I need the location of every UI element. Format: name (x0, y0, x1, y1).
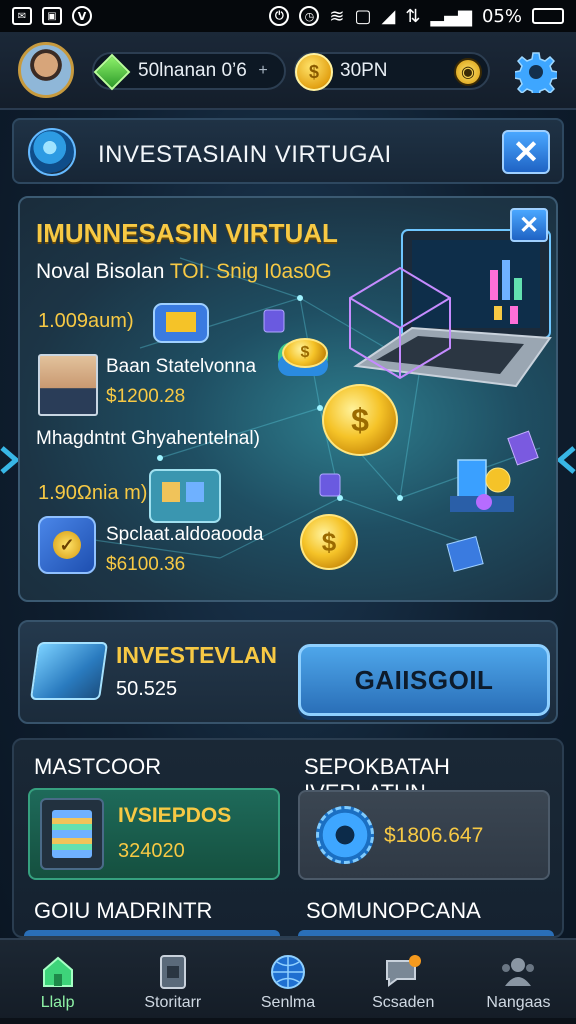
people-icon (498, 952, 538, 992)
invest-title: INVESTEVLAN (116, 642, 278, 668)
asset-card-green[interactable]: IVSIEPDOS 324020 (28, 788, 280, 880)
app-icon: V (72, 6, 92, 26)
investor-portrait (38, 354, 98, 416)
signal-wifi-icon: ◢ (381, 5, 396, 27)
coin-icon: $ (292, 50, 336, 94)
phone-icon (153, 952, 193, 992)
chat-icon (383, 952, 423, 992)
signal-bars-icon: ▂▄▆ (430, 5, 472, 27)
investor-name: Baan Statelvonna (106, 356, 257, 377)
nav-item-store[interactable]: Storitarr (115, 940, 230, 1024)
gem-icon (90, 50, 134, 94)
peek-card-right (298, 930, 554, 936)
alarm-icon: ◷ (299, 6, 320, 26)
nav-label-chat: Scsaden (372, 994, 435, 1011)
nav-label-home: Llalp (40, 994, 75, 1011)
investment-overview-panel: $ $ $ IMUNNESASIN VIRTUAL Noval Bisolan … (18, 196, 558, 602)
left-chevron-icon (0, 446, 20, 474)
bottom-left-heading: GOIU MADRINTR (34, 898, 213, 923)
gold-coin-small: $ (300, 514, 358, 570)
books-icon (40, 798, 104, 870)
asset-card-title: IVSIEPDOS (118, 804, 232, 827)
home-icon (38, 952, 78, 992)
title-bar: INVESTASIAIN VIRTUGAI ✕ (12, 118, 564, 184)
nav-item-home[interactable]: Llalp (0, 940, 115, 1024)
close-button[interactable]: ✕ (502, 130, 550, 174)
nav-label-store: Storitarr (144, 994, 202, 1011)
panel-close-button[interactable]: ✕ (510, 208, 548, 242)
player-avatar[interactable] (18, 42, 74, 98)
money-stack-icon (29, 642, 109, 700)
nav-item-world[interactable]: Senlma (230, 940, 345, 1024)
settings-gear-icon[interactable] (514, 50, 558, 94)
portfolio-section: MASTCOOR SEPOKBATAH IVERLATUN IVSIEPDOS … (12, 738, 564, 938)
right-chevron-icon (556, 446, 576, 474)
mail-icon: ✉ (12, 7, 32, 25)
add-gems-button[interactable]: + (250, 58, 276, 84)
management-label: Mhagdntnt Ghyahentelnal) (36, 428, 260, 449)
lock-icon: ▢ (354, 5, 372, 27)
left-section-heading: MASTCOOR (34, 754, 162, 779)
battery-icon (532, 8, 564, 24)
globe-icon (268, 952, 308, 992)
wifi-icon: ≋ (329, 5, 345, 27)
bottom-navigation: Llalp Storitarr Senlma Scsaden Nangaas (0, 938, 576, 1024)
network-background (79, 229, 552, 573)
item-name: Spclaat.aldoaooda (106, 524, 264, 545)
asset-card-value: 324020 (118, 840, 185, 862)
gem-counter[interactable]: 50lnanan 0’6 + (92, 52, 286, 91)
asset-card-gray-value: $1806.647 (384, 824, 484, 847)
subtitle-highlight: TOI. Snig I0as0G (169, 260, 332, 283)
battery-percent: 05% (481, 5, 522, 27)
nav-item-people[interactable]: Nangaas (461, 940, 576, 1024)
screen-title: INVESTASIAIN VIRTUGAI (98, 141, 392, 168)
invest-action-button[interactable]: GAIISGOIL (298, 644, 550, 716)
asset-card-gray[interactable]: $1806.647 (298, 790, 550, 880)
coin-counter[interactable]: $ 30PN ◉ (294, 52, 490, 91)
panel-title: IMUNNESASIN VIRTUAL (36, 218, 338, 248)
coin-value: 30PN (340, 60, 388, 81)
investor-value: $1200.28 (106, 386, 186, 407)
invest-panel: INVESTEVLAN 50.525 GAIISGOIL (18, 620, 558, 724)
amount-second: 1.90Ωnia m) (38, 482, 148, 504)
gold-coin-large: $ (322, 384, 398, 456)
subtitle-prefix: Noval Bisolan (36, 260, 170, 283)
amount-first: 1.009aum) (38, 310, 134, 332)
home-indicator (0, 1018, 576, 1024)
gear-token-icon (316, 806, 374, 864)
game-header: 50lnanan 0’6 + $ 30PN ◉ (0, 32, 576, 110)
portal-orb-icon (28, 128, 76, 176)
nav-label-world: Senlma (260, 994, 316, 1011)
laptop-illustration (353, 229, 552, 388)
bottom-right-heading: SOMUNOPCANA (306, 898, 481, 923)
status-bar: ✉ ▣ V ⏻ ◷ ≋ ▢ ◢ ⇅ ▂▄▆ 05% (0, 0, 576, 32)
gallery-icon: ▣ (42, 7, 62, 25)
add-coins-button[interactable]: ◉ (454, 58, 482, 86)
power-icon: ⏻ (269, 6, 290, 26)
invest-value: 50.525 (116, 678, 178, 700)
nav-label-people: Nangaas (486, 994, 551, 1011)
panel-subtitle: Noval Bisolan TOI. Snig I0as0G (36, 260, 332, 284)
coin-stack-icon: $ (282, 338, 328, 368)
peek-card-left (24, 930, 280, 936)
status-right-icons: ⏻ ◷ ≋ ▢ ◢ ⇅ ▂▄▆ 05% (269, 6, 564, 27)
data-icon: ⇅ (405, 5, 421, 27)
item-value: $6100.36 (106, 554, 186, 575)
gem-value: 50lnanan 0’6 (138, 60, 247, 81)
checkmark-badge-icon: ✓ (38, 516, 96, 574)
nav-item-chat[interactable]: Scsaden (346, 940, 461, 1024)
status-left-icons: ✉ ▣ V (12, 6, 92, 26)
